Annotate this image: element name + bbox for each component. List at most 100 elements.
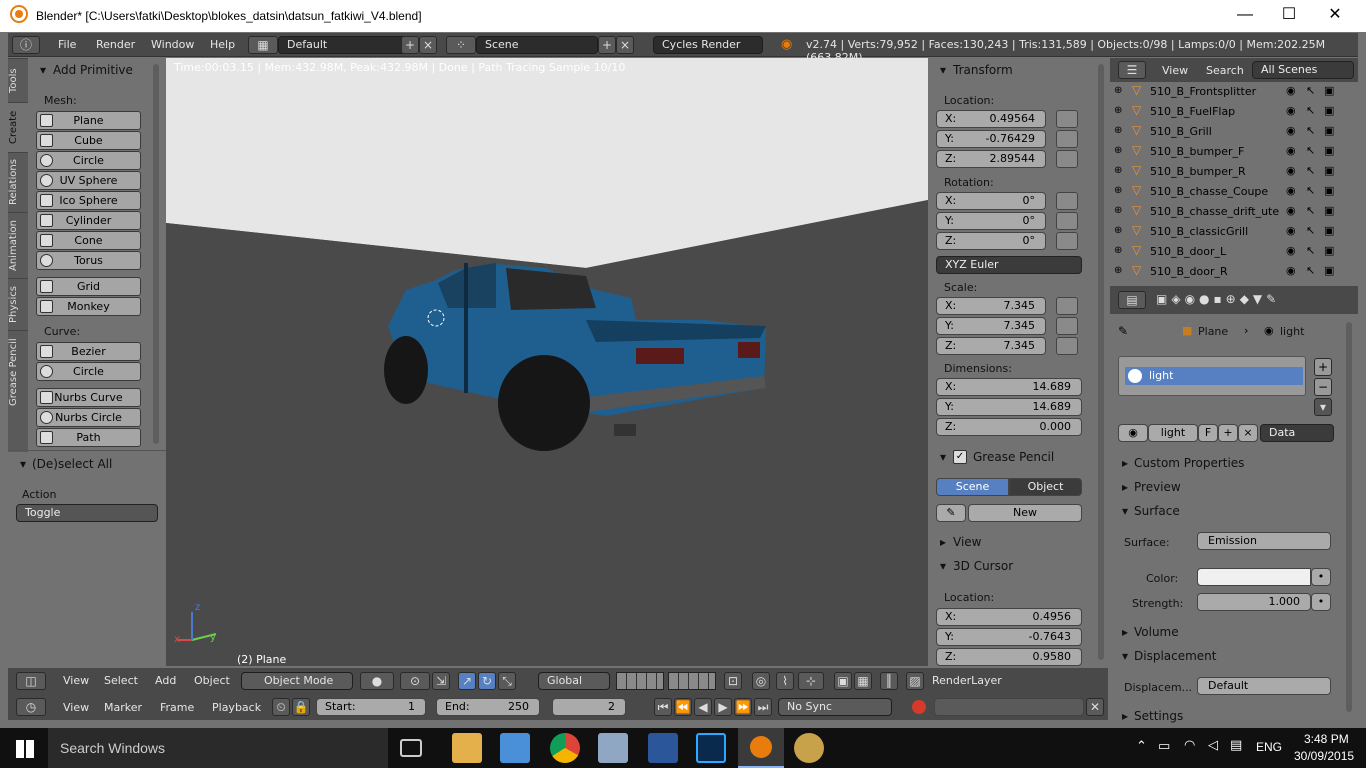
start-frame-field[interactable]: Start: 1 [316, 698, 426, 716]
timeline-menu-marker[interactable]: Marker [104, 701, 142, 714]
current-frame-field[interactable]: 2 [552, 698, 626, 716]
preview-title[interactable]: Preview [1134, 480, 1181, 494]
outliner-row-label[interactable]: 510_B_chasse_Coupe [1150, 185, 1268, 198]
outliner-search-menu[interactable]: Search [1206, 64, 1244, 77]
outliner-row[interactable]: ⊕ ▽ 510_B_door_L ◉ ↖ ▣ [1110, 242, 1358, 262]
surface-title[interactable]: Surface [1134, 504, 1180, 518]
location-y-field[interactable]: Y: -0.76429 [936, 130, 1046, 148]
view-panel-title[interactable]: View [953, 535, 981, 549]
rotate-icon[interactable]: ↻ [478, 672, 496, 690]
add-uv-sphere-button[interactable]: UV Sphere [36, 171, 141, 190]
eye-icon[interactable]: ◉ [1286, 104, 1296, 117]
renderlayer-name[interactable]: RenderLayer [932, 674, 1002, 687]
proportional-icon[interactable]: ◎ [752, 672, 770, 690]
cursor-select-icon[interactable]: ↖ [1306, 104, 1315, 117]
3d-viewport[interactable]: Time:00:03.15 | Mem:432.98M, Peak:432.98… [166, 58, 928, 666]
add-primitive-panel-arrow[interactable]: ▾ [40, 63, 46, 77]
expand-icon[interactable]: ⊕ [1114, 185, 1122, 196]
camera-icon[interactable]: ▣ [1324, 104, 1334, 117]
sync-select[interactable]: No Sync [778, 698, 892, 716]
rotation-mode-select[interactable]: XYZ Euler [936, 256, 1082, 274]
manipulator-icon[interactable]: ⇲ [432, 672, 450, 690]
grease-panel-arrow[interactable]: ▾ [940, 450, 946, 464]
clock-time[interactable]: 3:48 PM [1304, 732, 1349, 746]
outliner-row[interactable]: ⊕ ▽ 510_B_classicGrill ◉ ↖ ▣ [1110, 222, 1358, 242]
rotation-y-field[interactable]: Y: 0° [936, 212, 1046, 230]
remove-scene-icon[interactable]: × [616, 36, 634, 54]
view3d-menu-view[interactable]: View [63, 674, 89, 687]
outliner-row[interactable]: ⊕ ▽ 510_B_bumper_F ◉ ↖ ▣ [1110, 142, 1358, 162]
dimension-x-field[interactable]: X: 14.689 [936, 378, 1082, 396]
outliner-row-label[interactable]: 510_B_classicGrill [1150, 225, 1248, 238]
location-x-field[interactable]: X: 0.49564 [936, 110, 1046, 128]
link-data-select[interactable]: Data [1260, 424, 1334, 442]
eye-icon[interactable]: ◉ [1286, 84, 1296, 97]
clock-date[interactable]: 30/09/2015 [1294, 749, 1354, 763]
eye-icon[interactable]: ◉ [1286, 264, 1296, 277]
strength-field[interactable]: 1.000 [1197, 593, 1311, 611]
view-panel-arrow[interactable]: ▸ [940, 535, 946, 549]
settings-title[interactable]: Settings [1134, 709, 1183, 723]
orientation-select[interactable]: Global [538, 672, 610, 690]
jump-end-icon[interactable]: ⏭ [754, 698, 772, 716]
volume-title[interactable]: Volume [1134, 625, 1179, 639]
lock-icon[interactable] [1056, 297, 1078, 315]
add-primitive-title[interactable]: Add Primitive [53, 63, 133, 77]
search-box[interactable]: Search Windows [48, 728, 388, 768]
remove-slot-icon[interactable]: − [1314, 378, 1332, 396]
camera-icon[interactable]: ▣ [1324, 244, 1334, 257]
transform-panel-arrow[interactable]: ▾ [940, 63, 946, 77]
remove-layout-icon[interactable]: × [419, 36, 437, 54]
wifi-icon[interactable]: ◠ [1184, 738, 1195, 753]
toolshelf-scrollbar[interactable] [153, 64, 159, 444]
add-path-button[interactable]: Path [36, 428, 141, 447]
end-frame-field[interactable]: End: 250 [436, 698, 540, 716]
outliner-view-menu[interactable]: View [1162, 64, 1188, 77]
expand-icon[interactable]: ⊕ [1114, 85, 1122, 96]
photoshop-icon[interactable] [696, 733, 726, 763]
preview-range-icon[interactable]: ⏲ [272, 698, 290, 716]
tab-create[interactable]: Create [8, 102, 28, 152]
outliner-row-label[interactable]: 510_B_Grill [1150, 125, 1212, 138]
surface-shader-select[interactable]: Emission [1197, 532, 1331, 550]
transform-title[interactable]: Transform [953, 63, 1013, 77]
new-material-icon[interactable]: + [1218, 424, 1238, 442]
expand-icon[interactable]: ⊕ [1114, 205, 1122, 216]
expand-icon[interactable]: ⊕ [1114, 225, 1122, 236]
cursor-z-field[interactable]: Z: 0.9580 [936, 648, 1082, 666]
file-explorer-icon[interactable] [452, 733, 482, 763]
cursor-panel-title[interactable]: 3D Cursor [953, 559, 1013, 573]
outliner-row-label[interactable]: 510_B_chasse_drift_ute [1150, 205, 1279, 218]
add-nurbs-circle-button[interactable]: Nurbs Circle [36, 408, 141, 427]
add-torus-button[interactable]: Torus [36, 251, 141, 270]
outliner-row[interactable]: ⊕ ▽ 510_B_chasse_drift_ute ◉ ↖ ▣ [1110, 202, 1358, 222]
material-browse-icon[interactable]: ◉ [1118, 424, 1148, 442]
taskbar-blender-active[interactable] [738, 728, 784, 768]
tab-grease-pencil[interactable]: Grease Pencil [8, 330, 28, 414]
add-grid-button[interactable]: Grid [36, 277, 141, 296]
unlink-material-icon[interactable]: × [1238, 424, 1258, 442]
scene-select[interactable]: Scene [476, 36, 598, 54]
material-slot-row[interactable]: light [1125, 367, 1303, 385]
add-cone-button[interactable]: Cone [36, 231, 141, 250]
tab-physics[interactable]: Physics [8, 278, 28, 330]
scale-z-field[interactable]: Z: 7.345 [936, 337, 1046, 355]
render-layers-toggle-icon[interactable]: ║ [880, 672, 898, 690]
camera-icon[interactable]: ▣ [1324, 184, 1334, 197]
app-icon[interactable] [598, 733, 628, 763]
outliner-row[interactable]: ⊕ ▽ 510_B_Frontsplitter ◉ ↖ ▣ [1110, 82, 1358, 102]
add-nurbs-curve-button[interactable]: Nurbs Curve [36, 388, 141, 407]
task-view-icon[interactable] [400, 739, 422, 757]
eye-icon[interactable]: ◉ [1286, 164, 1296, 177]
view3d-menu-add[interactable]: Add [155, 674, 176, 687]
cursor-select-icon[interactable]: ↖ [1306, 224, 1315, 237]
camera-icon[interactable]: ▣ [1324, 144, 1334, 157]
material-name-field[interactable]: light [1148, 424, 1198, 442]
paint-icon[interactable] [794, 733, 824, 763]
opengl-render-icon[interactable]: ▣ [834, 672, 852, 690]
layers-1-icon[interactable] [616, 672, 664, 690]
close-button[interactable]: ✕ [1312, 4, 1358, 28]
language-indicator[interactable]: ENG [1256, 740, 1282, 754]
scale-x-field[interactable]: X: 7.345 [936, 297, 1046, 315]
grease-checkbox[interactable]: ✓ [953, 450, 967, 464]
